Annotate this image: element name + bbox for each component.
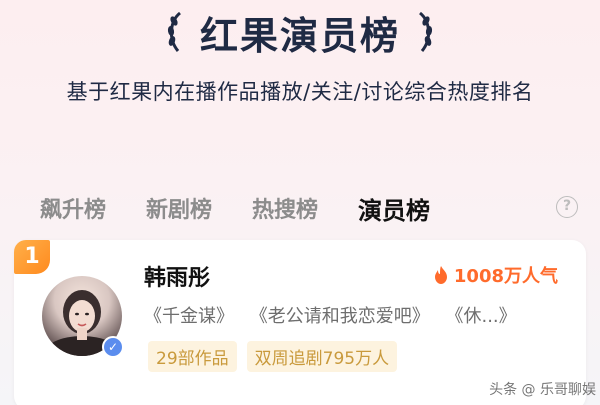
followers-tag: 双周追剧795万人 xyxy=(246,341,398,372)
flame-icon xyxy=(434,266,447,284)
title-row: 红果演员榜 xyxy=(0,2,600,62)
laurel-right-icon xyxy=(418,11,433,52)
work-title[interactable]: 《老公请和我恋爱吧》 xyxy=(250,306,430,327)
tag-row: 29部作品 双周追剧795万人 xyxy=(148,341,398,372)
works-count-tag: 29部作品 xyxy=(148,341,237,372)
tab-hot-search[interactable]: 热搜榜 xyxy=(252,192,318,224)
work-title[interactable]: 《千金谋》 xyxy=(144,306,234,327)
verified-icon: ✓ xyxy=(102,336,124,358)
popularity-count: 1008万人气 xyxy=(434,262,558,288)
works-list: 《千金谋》 《老公请和我恋爱吧》 《休...》 xyxy=(144,302,527,328)
help-icon[interactable]: ? xyxy=(556,196,578,218)
tab-rising[interactable]: 飙升榜 xyxy=(40,192,106,224)
avatar[interactable]: ✓ xyxy=(42,276,124,358)
laurel-left-icon xyxy=(167,11,182,52)
tab-bar: 飙升榜 新剧榜 热搜榜 演员榜 xyxy=(40,190,470,226)
tab-actor[interactable]: 演员榜 xyxy=(358,191,430,226)
actor-name[interactable]: 韩雨彤 xyxy=(144,260,210,292)
tab-new-drama[interactable]: 新剧榜 xyxy=(146,192,212,224)
page-title: 红果演员榜 xyxy=(199,13,400,58)
watermark: 头条 @ 乐哥聊娱 xyxy=(489,382,596,398)
page-subtitle: 基于红果内在播作品播放/关注/讨论综合热度排名 xyxy=(66,80,534,104)
rank-badge: 1 xyxy=(14,240,50,274)
popularity-value: 1008万人气 xyxy=(453,266,558,287)
header: 红果演员榜 基于红果内在播作品播放/关注/讨论综合热度排名 xyxy=(0,0,600,120)
work-title[interactable]: 《休...》 xyxy=(445,306,516,327)
